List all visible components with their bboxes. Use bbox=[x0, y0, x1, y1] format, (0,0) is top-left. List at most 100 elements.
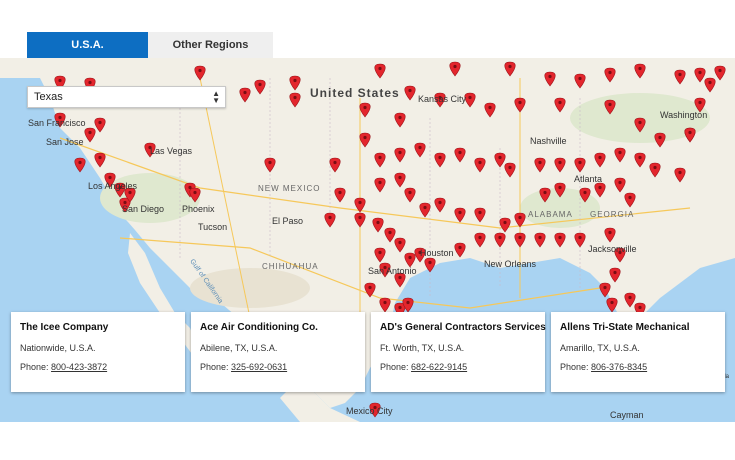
dealer-location: Abilene, TX, U.S.A. bbox=[200, 343, 278, 353]
map-pin-dot bbox=[398, 175, 402, 180]
map-pin-dot bbox=[408, 88, 412, 93]
label-place: Cayman bbox=[610, 410, 644, 420]
map-pin-dot bbox=[458, 150, 462, 155]
label-state: GEORGIA bbox=[590, 210, 635, 219]
label-city: Washington bbox=[660, 110, 708, 120]
dealer-location: Ft. Worth, TX, U.S.A. bbox=[380, 343, 465, 353]
label-city: Phoenix bbox=[182, 204, 215, 214]
map-pin-dot bbox=[598, 185, 602, 190]
map-pin-dot bbox=[538, 235, 542, 240]
dealer-phone-row: Phone: 325-692-0631 bbox=[200, 362, 356, 372]
label-city: El Paso bbox=[272, 216, 304, 226]
map-pin-dot bbox=[538, 160, 542, 165]
dealer-phone-link[interactable]: 325-692-0631 bbox=[231, 362, 287, 372]
map-pin-dot bbox=[578, 160, 582, 165]
map-pin-dot bbox=[478, 235, 482, 240]
map-pin-dot bbox=[558, 160, 562, 165]
map-pin-dot bbox=[518, 235, 522, 240]
map-pin-dot bbox=[368, 285, 372, 290]
map-pin-dot bbox=[638, 66, 642, 71]
map-pin-dot bbox=[638, 305, 642, 310]
map-pin-dot bbox=[58, 78, 62, 83]
map-pin-dot bbox=[678, 72, 682, 77]
map-pin-dot bbox=[628, 195, 632, 200]
map-pin-dot bbox=[418, 145, 422, 150]
map-pin-dot bbox=[558, 185, 562, 190]
map-pin-dot bbox=[508, 64, 512, 69]
map-pin-dot bbox=[293, 95, 297, 100]
dealer-name: The Icee Company bbox=[20, 322, 109, 333]
map-pin[interactable] bbox=[74, 157, 86, 173]
region-select[interactable]: Texas ▲ ▼ bbox=[27, 86, 226, 108]
map-pin-dot bbox=[333, 160, 337, 165]
map-pin[interactable] bbox=[606, 297, 618, 313]
map-pin-dot bbox=[428, 260, 432, 265]
map-pin-dot bbox=[363, 135, 367, 140]
map-pin-dot bbox=[608, 70, 612, 75]
map-pin-dot bbox=[78, 160, 82, 165]
dealer-card: The Icee Company Nationwide, U.S.A. Phon… bbox=[11, 312, 185, 392]
map-pin-dot bbox=[193, 190, 197, 195]
label-state: NEW MEXICO bbox=[258, 184, 321, 193]
label-city: San Jose bbox=[46, 137, 84, 147]
dealer-card: Allens Tri-State Mechanical Amarillo, TX… bbox=[551, 312, 725, 392]
map-pin-dot bbox=[610, 300, 614, 305]
map-pin-dot bbox=[378, 155, 382, 160]
chevron-updown-icon: ▲ ▼ bbox=[212, 89, 220, 105]
map-pin-dot bbox=[198, 68, 202, 73]
map-pin-dot bbox=[328, 215, 332, 220]
map-pin-dot bbox=[406, 300, 410, 305]
label-city: Jacksonville bbox=[588, 244, 637, 254]
map-pin-dot bbox=[468, 95, 472, 100]
map-pin-dot bbox=[378, 250, 382, 255]
dealer-phone-link[interactable]: 806-376-8345 bbox=[591, 362, 647, 372]
label-city: Kansas City bbox=[418, 94, 467, 104]
map-pin-dot bbox=[478, 210, 482, 215]
map-pin-dot bbox=[438, 155, 442, 160]
map-pin[interactable] bbox=[424, 257, 436, 273]
dealer-name: AD's General Contractors Services bbox=[380, 322, 546, 333]
map-pin-dot bbox=[583, 190, 587, 195]
map-pin-dot bbox=[243, 90, 247, 95]
label-city: Tucson bbox=[198, 222, 228, 232]
map-pin-dot bbox=[518, 100, 522, 105]
dealer-phone-link[interactable]: 682-622-9145 bbox=[411, 362, 467, 372]
map-pin-dot bbox=[558, 235, 562, 240]
label-city: Mexico City bbox=[346, 406, 393, 416]
map-pin-dot bbox=[108, 175, 112, 180]
map-pin-dot bbox=[398, 305, 402, 310]
map-pin-dot bbox=[398, 275, 402, 280]
map-pin-dot bbox=[478, 160, 482, 165]
map-pin-dot bbox=[543, 190, 547, 195]
map-pin-dot bbox=[718, 68, 722, 73]
label-city: Houston bbox=[420, 248, 454, 258]
map-pin-dot bbox=[388, 230, 392, 235]
map-pin-dot bbox=[398, 150, 402, 155]
dealer-phone-row: Phone: 800-423-3872 bbox=[20, 362, 176, 372]
dealer-name: Ace Air Conditioning Co. bbox=[200, 322, 318, 333]
map-pin-dot bbox=[658, 135, 662, 140]
map-pin-dot bbox=[678, 170, 682, 175]
map-pin-dot bbox=[408, 190, 412, 195]
dealer-phone-link[interactable]: 800-423-3872 bbox=[51, 362, 107, 372]
map-pin-dot bbox=[358, 215, 362, 220]
map-pin-dot bbox=[258, 82, 262, 87]
label-city: New Orleans bbox=[484, 259, 537, 269]
map-pin-dot bbox=[688, 130, 692, 135]
tab-usa[interactable]: U.S.A. bbox=[27, 32, 148, 64]
region-tabs: U.S.A. Other Regions bbox=[27, 32, 273, 64]
map-pin-dot bbox=[638, 120, 642, 125]
tab-other-regions[interactable]: Other Regions bbox=[148, 32, 273, 58]
phone-label: Phone: bbox=[200, 362, 229, 372]
map-pin-dot bbox=[508, 165, 512, 170]
map-pin-dot bbox=[608, 230, 612, 235]
map-pin-dot bbox=[598, 155, 602, 160]
label-city: San Antonio bbox=[368, 266, 417, 276]
label-country: United States bbox=[310, 86, 400, 100]
map-pin-dot bbox=[548, 74, 552, 79]
label-city: Las Vegas bbox=[150, 146, 193, 156]
map-pin-dot bbox=[603, 285, 607, 290]
phone-label: Phone: bbox=[380, 362, 409, 372]
map-pin-dot bbox=[608, 102, 612, 107]
label-city: San Francisco bbox=[28, 118, 86, 128]
